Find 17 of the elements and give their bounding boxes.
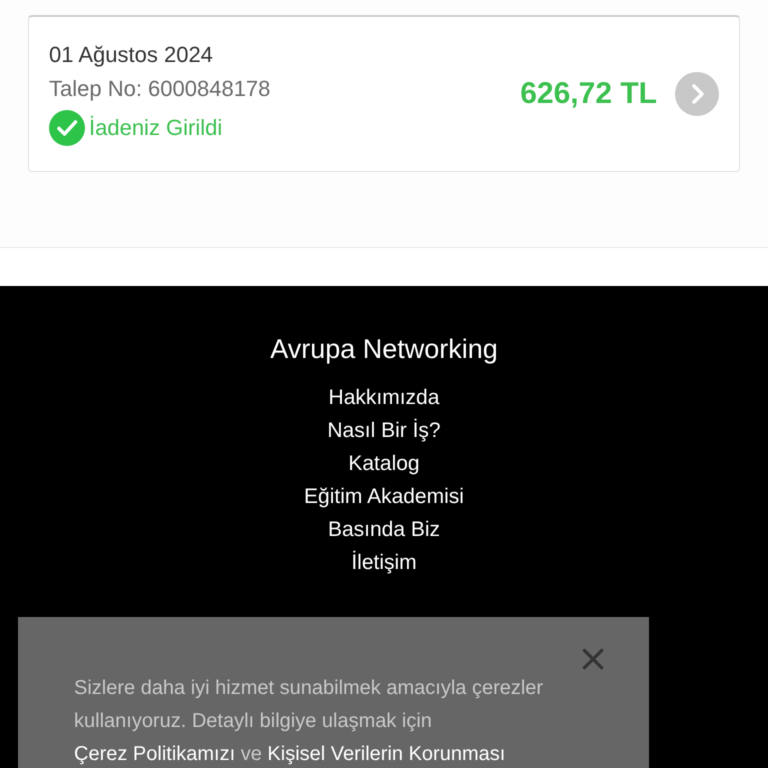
footer-link[interactable]: Katalog (348, 451, 420, 476)
footer-link[interactable]: Nasıl Bir İş? (327, 418, 441, 443)
footer-link[interactable]: Eğitim Akademisi (304, 484, 464, 509)
check-circle-icon (49, 110, 85, 146)
footer-link[interactable]: Basında Biz (328, 517, 440, 542)
refund-date: 01 Ağustos 2024 (49, 42, 214, 68)
cookie-policy-link[interactable]: Çerez Politikamızı (74, 743, 236, 765)
chevron-right-icon[interactable] (675, 72, 719, 116)
footer-title: Avrupa Networking (270, 334, 498, 365)
footer-link[interactable]: İletişim (351, 550, 417, 575)
request-number: Talep No: 6000848178 (49, 76, 272, 102)
refund-card[interactable]: 01 Ağustos 2024 Talep No: 6000848178 İadeniz Girildi 626,72 TL (28, 15, 740, 172)
cookie-message: Sizlere daha iyi hizmet sunabilmek amacıyla çerezler kullanıyoruz. Detaylı bilgiye ulaşmak için Çerez Politikamızı ve Kişisel Verilerin Korunması (74, 676, 544, 767)
refund-amount: 626,72 TL (520, 77, 657, 111)
personal-data-link[interactable]: Kişisel Verilerin Korunması (267, 743, 506, 765)
refund-status: İadeniz Girildi (89, 115, 222, 141)
footer-link[interactable]: Hakkımızda (328, 385, 440, 410)
